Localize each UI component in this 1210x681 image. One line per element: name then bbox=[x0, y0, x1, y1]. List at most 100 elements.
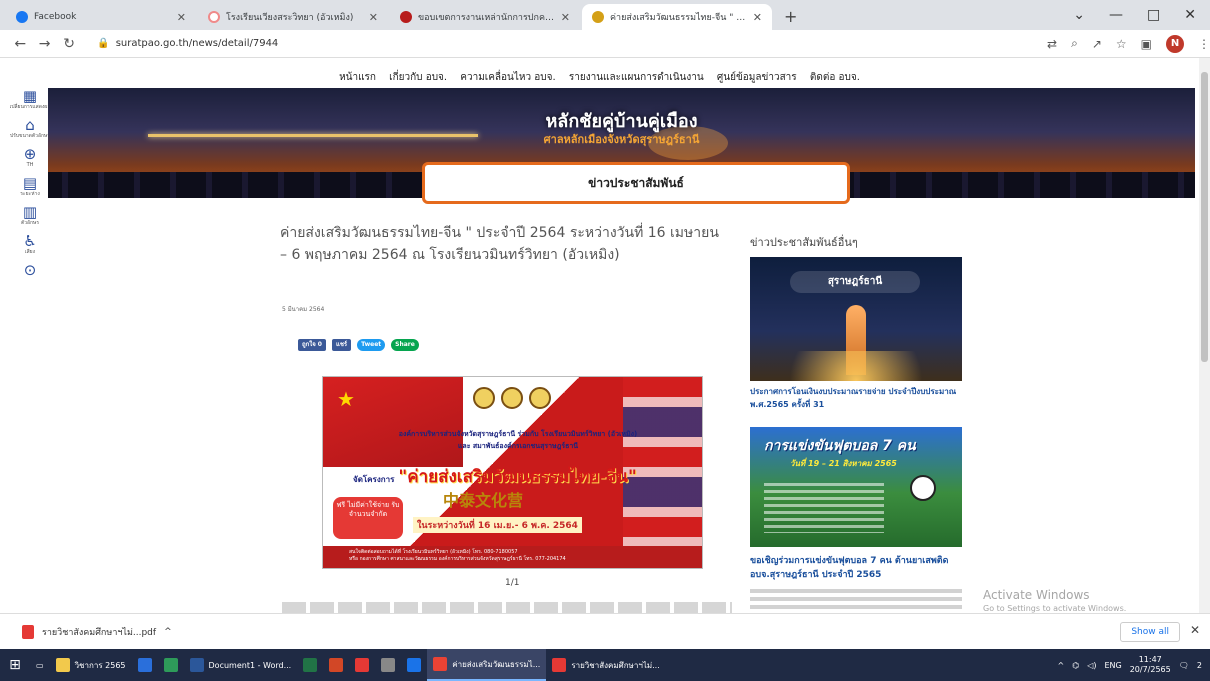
page-favicon-icon bbox=[208, 11, 220, 23]
bookmark-star-icon[interactable]: ☆ bbox=[1116, 37, 1127, 51]
site-top-nav: หน้าแรก เกี่ยวกับ อบจ. ความเคลื่อนไหว อบ… bbox=[0, 70, 1199, 85]
letter-tool[interactable]: ▥ ตัวอักษร bbox=[21, 204, 39, 227]
taskbar-apps: วิชาการ 2565 Document1 - Word... ค่ายส่งเส… bbox=[50, 649, 666, 681]
banner-subtitle: ศาลหลักเมืองจังหวัดสุราษฎร์ธานี bbox=[543, 133, 700, 146]
url-text: suratpao.go.th/news/detail/7944 bbox=[115, 38, 279, 49]
taskbar-app[interactable]: ค่ายส่งเสริมวัฒนธรรมไ... bbox=[427, 649, 547, 681]
nav-movement[interactable]: ความเคลื่อนไหว อบจ. bbox=[460, 72, 555, 83]
spacing-tool[interactable]: ▤ ระยะห่าง bbox=[20, 175, 40, 198]
nav-info-center[interactable]: ศูนย์ข้อมูลข่าวสาร bbox=[717, 72, 797, 83]
location-tool[interactable]: ⊙ bbox=[24, 262, 37, 278]
lock-icon: 🔒 bbox=[97, 38, 110, 49]
star-icon: ★ bbox=[337, 387, 355, 411]
tweet-button[interactable]: Tweet bbox=[357, 339, 386, 351]
tab-title: ขอบเขตการงานเหล่านักการปกครองส่วนท้องถิ่… bbox=[418, 13, 555, 23]
event-poster[interactable]: ★ องค์การบริหารส่วนจังหวัดสุราษฎร์ธานี ร… bbox=[322, 376, 703, 569]
task-view-icon[interactable]: ▭ bbox=[30, 649, 50, 681]
clock-time: 11:47 bbox=[1138, 655, 1162, 664]
maximize-icon[interactable]: □ bbox=[1147, 7, 1160, 23]
close-icon[interactable]: ✕ bbox=[1190, 623, 1200, 637]
nav-reports[interactable]: รายงานและแผนการดำเนินงาน bbox=[569, 72, 704, 83]
taskbar-app[interactable] bbox=[158, 649, 184, 681]
tab-close-icon[interactable]: ✕ bbox=[753, 11, 762, 24]
sidepanel-icon[interactable]: ▣ bbox=[1141, 37, 1152, 51]
taskbar-app[interactable] bbox=[375, 649, 401, 681]
nav-contact[interactable]: ติดต่อ อบจ. bbox=[810, 72, 860, 83]
tab-school[interactable]: โรงเรียนเวียงสระวิทยา (อัวเหมิง) ✕ bbox=[198, 4, 388, 30]
browser-tab-bar: Facebook ✕ โรงเรียนเวียงสระวิทยา (อัวเหม… bbox=[0, 0, 1210, 30]
tab-close-icon[interactable]: ✕ bbox=[561, 11, 570, 24]
translate-icon[interactable]: ⇄ bbox=[1047, 37, 1057, 51]
close-icon[interactable]: ✕ bbox=[1184, 7, 1196, 23]
scrollbar-thumb[interactable] bbox=[1201, 72, 1208, 362]
accessibility-tool[interactable]: ♿ เสียง bbox=[23, 233, 36, 256]
tab-search-icon[interactable]: ⌄ bbox=[1073, 7, 1085, 23]
tab-close-icon[interactable]: ✕ bbox=[369, 11, 378, 24]
language-tool[interactable]: ⊕ TH bbox=[24, 146, 37, 169]
tab-scope[interactable]: ขอบเขตการงานเหล่านักการปกครองส่วนท้องถิ่… bbox=[390, 4, 580, 30]
page-scrollbar[interactable] bbox=[1199, 58, 1210, 613]
news-link-2[interactable]: ขอเชิญร่วมการแข่งขันฟุตบอล 7 คน ต้านยาเส… bbox=[750, 554, 962, 582]
facebook-share-button[interactable]: แชร์ bbox=[331, 339, 352, 351]
zoom-icon[interactable]: ⌕ bbox=[1071, 36, 1078, 51]
news-image-2[interactable]: การแข่งขันฟุตบอล 7 คน วันที่ 19 – 21 สิง… bbox=[750, 427, 962, 547]
poster-organizer: องค์การบริหารส่วนจังหวัดสุราษฎร์ธานี ร่ว… bbox=[398, 430, 638, 438]
minimize-icon[interactable]: — bbox=[1109, 7, 1123, 23]
address-bar-row: ← → ↻ 🔒 suratpao.go.th/news/detail/7944 … bbox=[0, 30, 1210, 58]
taskbar-app-label: Document1 - Word... bbox=[208, 660, 292, 670]
tray-chevron-icon[interactable]: ^ bbox=[1058, 661, 1065, 670]
news-link-1[interactable]: ประกาศการโอนเงินงบประมาณรายจ่าย ประจำปีง… bbox=[750, 385, 962, 411]
facebook-icon bbox=[16, 11, 28, 23]
download-item[interactable]: รายวิชาสังคมศึกษาฯไม่...pdf ^ bbox=[22, 624, 172, 639]
accessibility-toolbar: ▦ เปลี่ยนการแสดงผล ⌂ ปรับขนาดตัวอักษร ⊕ … bbox=[8, 88, 52, 278]
image-pager: 1/1 bbox=[505, 578, 520, 588]
show-all-button[interactable]: Show all bbox=[1120, 622, 1180, 642]
notification-icon[interactable]: 🗨 bbox=[1179, 661, 1189, 670]
reload-icon[interactable]: ↻ bbox=[57, 36, 81, 52]
taskbar-app[interactable] bbox=[349, 649, 375, 681]
new-tab-button[interactable]: + bbox=[774, 7, 807, 30]
news-snippet-2 bbox=[750, 589, 962, 609]
taskbar-app[interactable]: Document1 - Word... bbox=[184, 649, 298, 681]
text-size-icon: ⌂ bbox=[25, 116, 35, 134]
nav-about[interactable]: เกี่ยวกับ อบจ. bbox=[389, 72, 447, 83]
language-indicator[interactable]: ENG bbox=[1104, 661, 1121, 670]
tab-facebook[interactable]: Facebook ✕ bbox=[6, 4, 196, 30]
download-shelf: รายวิชาสังคมศึกษาฯไม่...pdf ^ Show all ✕ bbox=[0, 613, 1210, 649]
font-size-tool[interactable]: ⌂ ปรับขนาดตัวอักษร bbox=[10, 117, 50, 140]
activate-windows-watermark: Activate Windows Go to Settings to activ… bbox=[983, 588, 1127, 613]
tab-active-article[interactable]: ค่ายส่งเสริมวัฒนธรรมไทย-จีน " ประจำ ✕ bbox=[582, 4, 772, 30]
taskbar-app[interactable]: วิชาการ 2565 bbox=[50, 649, 132, 681]
chevron-up-icon[interactable]: ^ bbox=[164, 627, 172, 637]
forward-icon[interactable]: → bbox=[32, 36, 56, 52]
page-favicon-icon bbox=[592, 11, 604, 23]
nav-home[interactable]: หน้าแรก bbox=[339, 72, 376, 83]
share-icon[interactable]: ↗ bbox=[1092, 37, 1102, 51]
tab-close-icon[interactable]: ✕ bbox=[177, 11, 186, 24]
taskbar-app[interactable] bbox=[132, 649, 158, 681]
news-image-logo: สุราษฎร์ธานี bbox=[790, 271, 920, 293]
section-heading: ข่าวประชาสัมพันธ์ bbox=[422, 162, 850, 204]
line-share-button[interactable]: Share bbox=[391, 339, 419, 351]
share-buttons: ถูกใจ 0 แชร์ Tweet Share bbox=[298, 339, 419, 351]
news-image-lights bbox=[750, 351, 962, 381]
network-icon[interactable]: ⌬ bbox=[1072, 661, 1079, 670]
display-mode-tool[interactable]: ▦ เปลี่ยนการแสดงผล bbox=[10, 88, 51, 111]
app-icon bbox=[137, 658, 152, 672]
browser-menu-icon[interactable]: ⋮ bbox=[1198, 37, 1210, 51]
clock[interactable]: 11:47 20/7/2565 bbox=[1130, 655, 1171, 675]
profile-avatar[interactable]: N bbox=[1166, 34, 1184, 53]
app-icon bbox=[381, 658, 396, 672]
taskbar-app[interactable] bbox=[401, 649, 427, 681]
news-image-1[interactable]: สุราษฎร์ธานี bbox=[750, 257, 962, 381]
taskbar-app[interactable] bbox=[297, 649, 323, 681]
facebook-like-button[interactable]: ถูกใจ 0 bbox=[298, 339, 326, 351]
taskbar-app[interactable] bbox=[323, 649, 349, 681]
windows-start-icon[interactable]: ⊞ bbox=[0, 657, 30, 673]
back-icon[interactable]: ← bbox=[8, 36, 32, 52]
seal-icon bbox=[529, 387, 551, 409]
notification-count: 2 bbox=[1196, 660, 1202, 670]
volume-icon[interactable]: ◁) bbox=[1087, 661, 1096, 670]
url-field[interactable]: 🔒 suratpao.go.th/news/detail/7944 bbox=[89, 33, 1039, 55]
taskbar-app[interactable]: รายวิชาสังคมศึกษาฯไม่... bbox=[546, 649, 665, 681]
